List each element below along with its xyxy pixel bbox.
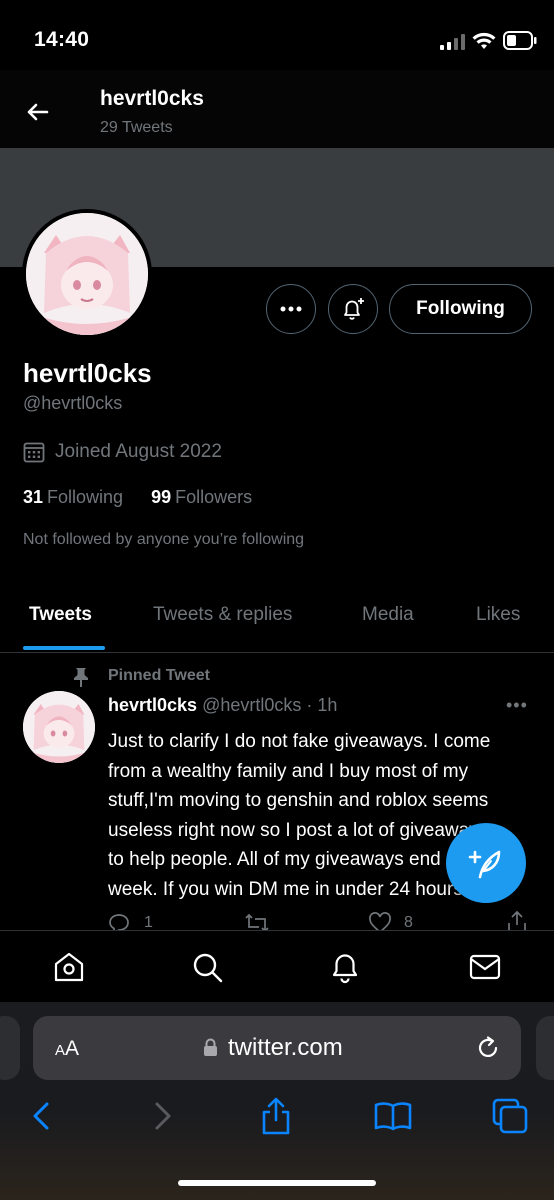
pinned-tweet-label: Pinned Tweet	[108, 667, 210, 684]
tab-likes[interactable]: Likes	[476, 604, 520, 626]
notifications-bell-button[interactable]	[328, 284, 378, 334]
compose-feather-icon	[468, 850, 501, 879]
avatar-image	[23, 691, 95, 763]
bell-plus-icon	[344, 298, 364, 320]
tweet-author-name[interactable]: hevrtl0cks	[108, 695, 197, 715]
following-button[interactable]: Following	[389, 284, 532, 334]
profile-name: hevrtl0cks	[23, 358, 152, 388]
following-count: 31	[23, 487, 44, 507]
tabs-icon[interactable]	[490, 1096, 530, 1136]
avatar-image	[26, 213, 148, 335]
tweet-author-avatar[interactable]	[23, 691, 95, 763]
browser-back-icon[interactable]	[22, 1096, 62, 1136]
battery-icon	[503, 31, 537, 50]
back-arrow-icon[interactable]	[22, 96, 54, 128]
joined-date: Joined August 2022	[23, 441, 222, 463]
more-dots-icon	[280, 306, 302, 312]
profile-avatar[interactable]	[22, 209, 152, 339]
header-tweet-count: 29 Tweets	[100, 119, 173, 136]
browser-forward-icon[interactable]	[142, 1096, 182, 1136]
pin-icon	[74, 668, 88, 687]
tweet-more-button[interactable]: •••	[506, 695, 528, 716]
home-icon[interactable]	[52, 950, 86, 984]
more-options-button[interactable]	[266, 284, 316, 334]
compose-tweet-button[interactable]	[446, 823, 526, 903]
followers-stat[interactable]: 99 Followers	[151, 487, 252, 508]
previous-tab-preview[interactable]	[0, 1016, 20, 1080]
followers-label: Followers	[175, 487, 253, 507]
tweet-author-handle: @hevrtl0cks	[202, 695, 302, 715]
notifications-icon[interactable]	[328, 950, 362, 984]
header-title: hevrtl0cks	[100, 87, 204, 110]
profile-header	[0, 70, 554, 148]
reload-icon[interactable]	[474, 1034, 502, 1062]
messages-icon[interactable]	[468, 950, 502, 984]
follow-stats: 31 Following 99 Followers	[23, 487, 252, 508]
url-text[interactable]: twitter.com	[228, 1034, 343, 1062]
calendar-icon	[23, 442, 45, 463]
home-indicator	[178, 1180, 376, 1186]
reader-settings-button[interactable]: AA	[55, 1037, 79, 1061]
follow-context: Not followed by anyone you’re following	[23, 531, 305, 548]
tabs-divider	[0, 652, 554, 653]
share-sheet-icon[interactable]	[256, 1096, 296, 1136]
next-tab-preview[interactable]	[536, 1016, 554, 1080]
profile-handle: @hevrtl0cks	[23, 393, 123, 413]
search-icon[interactable]	[190, 950, 224, 984]
following-stat[interactable]: 31 Following	[23, 487, 123, 508]
status-time: 14:40	[34, 28, 90, 51]
tweet-header: hevrtl0cks @hevrtl0cks · 1h	[108, 695, 337, 716]
tweet-line: from a wealthy family and I buy most of …	[108, 760, 469, 782]
wifi-icon	[472, 32, 496, 49]
tab-tweets[interactable]: Tweets	[29, 604, 92, 626]
cellular-signal-icon	[440, 34, 465, 50]
joined-text: Joined August 2022	[55, 441, 222, 462]
followers-count: 99	[151, 487, 172, 507]
tweet-line: stuff,I'm moving to genshin and roblox s…	[108, 790, 489, 811]
following-label: Following	[47, 487, 124, 507]
bookmarks-icon[interactable]	[373, 1096, 413, 1136]
active-tab-indicator	[23, 646, 105, 650]
lock-icon	[204, 1038, 217, 1056]
tab-tweets-replies[interactable]: Tweets & replies	[153, 604, 292, 626]
tweet-time: · 1h	[306, 695, 338, 715]
tweet-line: Just to clarify I do not fake giveaways.…	[108, 731, 491, 752]
tab-media[interactable]: Media	[362, 604, 414, 626]
